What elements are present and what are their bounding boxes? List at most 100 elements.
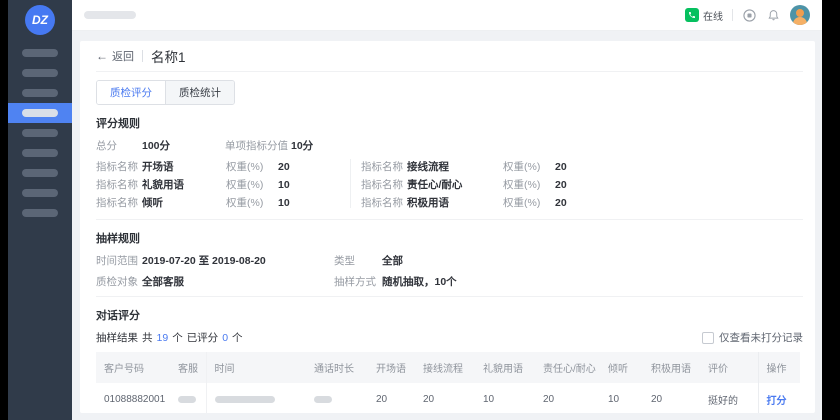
duration-placeholder (314, 396, 332, 403)
score-cell: 20 (535, 383, 600, 413)
single-score-value: 10分 (291, 138, 313, 154)
weight-value: 10 (278, 195, 290, 212)
agent-cell (170, 383, 206, 413)
sidebar-item-placeholder (22, 169, 58, 177)
time-placeholder (215, 396, 275, 403)
indicator-name: 责任心/耐心 (407, 177, 503, 194)
indicator-name: 接线流程 (407, 159, 503, 176)
column-header: 通话时长 (306, 352, 368, 383)
target-value: 全部客服 (142, 274, 334, 290)
score-rules-summary: 总分 100分 单项指标分值 10分 (96, 138, 803, 154)
bell-icon[interactable] (766, 8, 781, 23)
score-cell: 20 (368, 383, 415, 413)
table-body: 01088882001202010201020挺好的打分01088882002未… (96, 383, 800, 413)
column-header: 评价 (700, 352, 758, 383)
table-header-row: 客户号码客服时间通话时长开场语接线流程礼貌用语责任心/耐心倾听积极用语评价操作 (96, 352, 800, 383)
scored-count: 0 (222, 332, 228, 344)
column-header: 礼貌用语 (475, 352, 535, 383)
weight-label: 权重(%) (226, 195, 278, 212)
sidebar-item[interactable] (8, 123, 72, 143)
filter-unscored-toggle[interactable]: 仅查看未打分记录 (702, 330, 803, 345)
tab-stats[interactable]: 质检统计 (165, 81, 234, 104)
summary-prefix: 抽样结果 (96, 330, 138, 345)
sidebar-item[interactable] (8, 83, 72, 103)
user-avatar[interactable] (790, 5, 810, 25)
weight-label: 权重(%) (503, 177, 555, 194)
sidebar-item[interactable] (8, 163, 72, 183)
type-label: 类型 (334, 253, 382, 269)
page-title: 名称1 (151, 46, 186, 66)
column-header: 积极用语 (643, 352, 700, 383)
total-score-label: 总分 (96, 138, 142, 154)
target-label: 质检对象 (96, 274, 142, 290)
total-unit: 个 (172, 330, 183, 345)
indicator-label: 指标名称 (361, 195, 407, 212)
time-range-value: 2019-07-20 至 2019-08-20 (142, 253, 334, 269)
indicator-row: 指标名称 倾听 权重(%) 10 (96, 195, 350, 212)
weight-value: 20 (555, 195, 567, 212)
breadcrumb-placeholder (84, 11, 136, 19)
online-status-label: 在线 (703, 8, 723, 23)
sample-summary: 抽样结果 共 19 个 已评分 0 个 仅查看未打分记录 (96, 330, 803, 345)
sidebar-item-placeholder (22, 89, 58, 97)
indicator-label: 指标名称 (361, 177, 407, 194)
divider (142, 50, 143, 62)
back-label: 返回 (112, 48, 134, 64)
total-label: 共 (142, 330, 153, 345)
indicator-row: 指标名称 接线流程 权重(%) 20 (361, 159, 803, 176)
column-header: 倾听 (600, 352, 643, 383)
sidebar-menu (8, 43, 72, 223)
divider (732, 9, 733, 21)
sampling-row: 质检对象 全部客服 抽样方式 随机抽取，10个 (96, 274, 803, 290)
column-header: 时间 (206, 352, 306, 383)
indicator-row: 指标名称 责任心/耐心 权重(%) 20 (361, 177, 803, 194)
column-header: 客服 (170, 352, 206, 383)
column-header: 操作 (758, 352, 800, 383)
sidebar-item[interactable] (8, 63, 72, 83)
sidebar-item[interactable] (8, 103, 72, 123)
indicator-label: 指标名称 (96, 177, 142, 194)
weight-label: 权重(%) (503, 159, 555, 176)
sidebar-item-placeholder (22, 49, 58, 57)
checkbox-icon[interactable] (702, 332, 714, 344)
type-value: 全部 (382, 253, 403, 269)
sidebar-item[interactable] (8, 203, 72, 223)
sidebar: DZ (8, 0, 72, 420)
divider (96, 296, 803, 297)
indicator-grid: 指标名称 开场语 权重(%) 20 指标名称 礼貌用语 权重(%) 10 (96, 159, 803, 213)
tab-score[interactable]: 质检评分 (97, 81, 165, 104)
sampling-row: 时间范围 2019-07-20 至 2019-08-20 类型 全部 (96, 253, 803, 269)
content-area: ← 返回 名称1 质检评分 质检统计 评分规则 总分 100分 单项指标分值 (72, 31, 822, 420)
back-button[interactable]: ← 返回 (96, 48, 134, 64)
content-card: ← 返回 名称1 质检评分 质检统计 评分规则 总分 100分 单项指标分值 (80, 41, 815, 413)
online-status[interactable]: 在线 (685, 8, 723, 23)
indicator-row: 指标名称 积极用语 权重(%) 20 (361, 195, 803, 212)
rate-button[interactable]: 打分 (767, 396, 787, 407)
sidebar-item-placeholder (22, 69, 58, 77)
total-count: 19 (157, 332, 169, 344)
app-logo[interactable]: DZ (25, 5, 55, 35)
top-bar: 在线 (72, 0, 822, 31)
score-cell: 20 (415, 383, 475, 413)
weight-label: 权重(%) (226, 159, 278, 176)
sidebar-item[interactable] (8, 43, 72, 63)
indicator-label: 指标名称 (96, 159, 142, 176)
sidebar-item[interactable] (8, 143, 72, 163)
column-header: 责任心/耐心 (535, 352, 600, 383)
record-icon[interactable] (742, 8, 757, 23)
main-area: 在线 ← 返回 (72, 0, 822, 420)
sidebar-item-placeholder (22, 129, 58, 137)
single-score-label: 单项指标分值 (225, 138, 291, 154)
indicator-name: 礼貌用语 (142, 177, 226, 194)
indicator-name: 开场语 (142, 159, 226, 176)
scored-label: 已评分 (187, 330, 219, 345)
weight-value: 10 (278, 177, 290, 194)
sidebar-item[interactable] (8, 183, 72, 203)
back-arrow-icon: ← (96, 50, 108, 62)
page-header: ← 返回 名称1 (96, 41, 803, 72)
indicator-label: 指标名称 (361, 159, 407, 176)
filter-label: 仅查看未打分记录 (719, 330, 803, 345)
divider (96, 219, 803, 220)
customer-number-cell: 01088882001 (96, 383, 170, 413)
sampling-rules-title: 抽样规则 (96, 230, 803, 246)
